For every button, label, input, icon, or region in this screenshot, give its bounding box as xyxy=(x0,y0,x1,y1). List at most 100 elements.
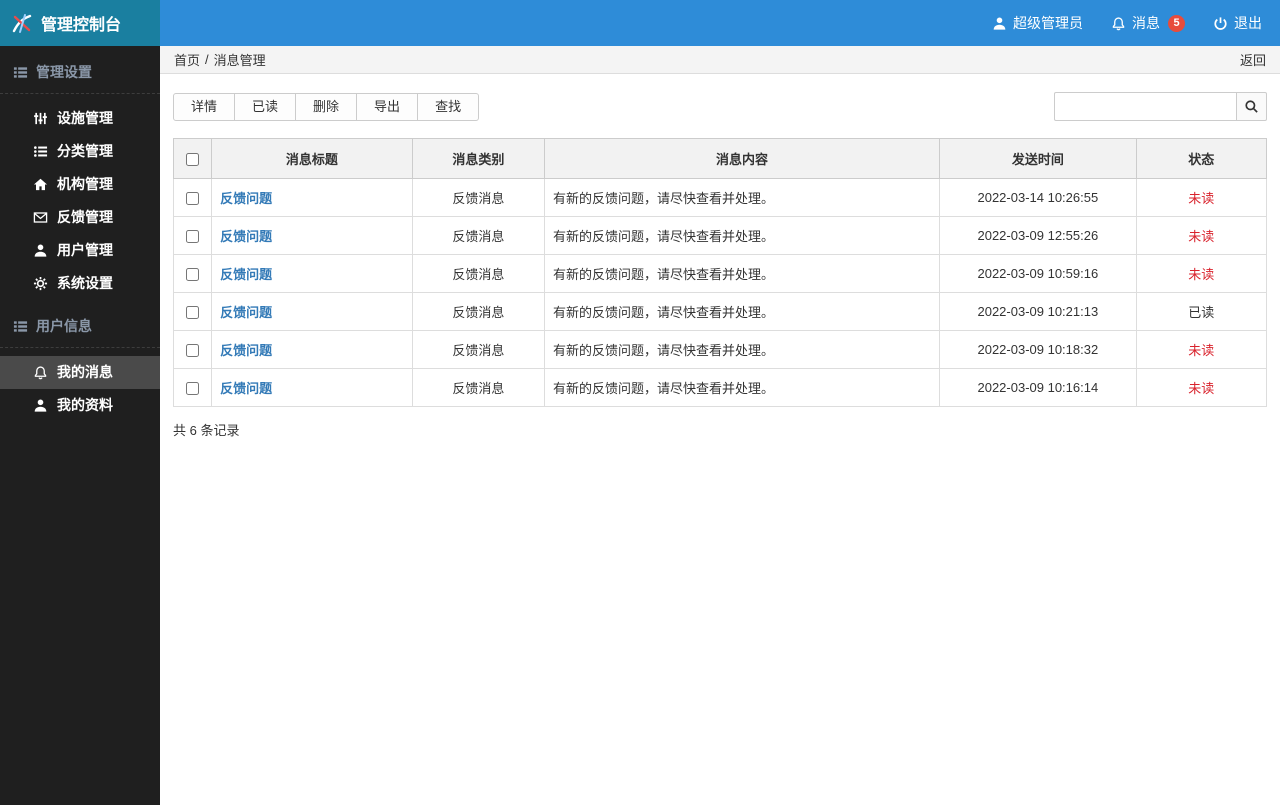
sidebar: 管理设置 设施管理 分类管理 机构管理 xyxy=(0,46,160,805)
logout-label: 退出 xyxy=(1234,13,1262,33)
header-category: 消息类别 xyxy=(412,139,544,179)
message-time: 2022-03-09 10:18:32 xyxy=(940,331,1137,369)
message-title-link[interactable]: 反馈问题 xyxy=(220,267,272,282)
export-button[interactable]: 导出 xyxy=(356,93,418,121)
toolbar-button-group: 详情 已读 删除 导出 查找 xyxy=(173,93,479,121)
search-input[interactable] xyxy=(1054,92,1237,121)
message-title-link[interactable]: 反馈问题 xyxy=(220,229,272,244)
user-icon xyxy=(32,398,48,413)
home-icon xyxy=(32,177,48,192)
app-title: 管理控制台 xyxy=(41,11,121,35)
bell-icon xyxy=(1111,16,1126,31)
sidebar-item-label: 我的资料 xyxy=(57,397,113,414)
detail-button[interactable]: 详情 xyxy=(173,93,235,121)
topbar: 管理控制台 超级管理员 消息 5 退出 xyxy=(0,0,1280,46)
user-icon xyxy=(32,243,48,258)
sidebar-section-admin: 管理设置 设施管理 分类管理 机构管理 xyxy=(0,46,160,300)
search-button[interactable] xyxy=(1236,92,1267,121)
row-checkbox[interactable] xyxy=(186,268,199,281)
sidebar-item-label: 设施管理 xyxy=(57,110,113,127)
user-label: 超级管理员 xyxy=(1013,13,1083,33)
search-box xyxy=(1054,92,1267,121)
delete-button[interactable]: 删除 xyxy=(295,93,357,121)
record-count: 共 6 条记录 xyxy=(173,420,1267,439)
row-checkbox-cell xyxy=(174,255,212,293)
sidebar-section-title-admin: 管理设置 xyxy=(0,46,160,94)
power-icon xyxy=(1213,16,1228,31)
row-checkbox[interactable] xyxy=(186,230,199,243)
message-time: 2022-03-09 12:55:26 xyxy=(940,217,1137,255)
status-cell: 未读 xyxy=(1136,179,1266,217)
select-all-checkbox[interactable] xyxy=(186,153,199,166)
message-content: 有新的反馈问题，请尽快查看并处理。 xyxy=(545,217,940,255)
sidebar-item-label: 用户管理 xyxy=(57,242,113,259)
find-button[interactable]: 查找 xyxy=(417,93,479,121)
breadcrumb-current: 消息管理 xyxy=(214,50,266,69)
row-checkbox[interactable] xyxy=(186,382,199,395)
table-row: 反馈问题 反馈消息 有新的反馈问题，请尽快查看并处理。 2022-03-09 1… xyxy=(174,293,1267,331)
list-icon xyxy=(12,65,28,80)
row-checkbox[interactable] xyxy=(186,192,199,205)
message-category: 反馈消息 xyxy=(412,331,544,369)
status-cell: 未读 xyxy=(1136,369,1266,407)
breadcrumb: 首页 / 消息管理 返回 xyxy=(160,46,1280,74)
select-all-cell xyxy=(174,139,212,179)
message-time: 2022-03-09 10:59:16 xyxy=(940,255,1137,293)
logout-button[interactable]: 退出 xyxy=(1213,13,1262,33)
header-content: 消息内容 xyxy=(545,139,940,179)
table-row: 反馈问题 反馈消息 有新的反馈问题，请尽快查看并处理。 2022-03-09 1… xyxy=(174,217,1267,255)
header-status: 状态 xyxy=(1136,139,1266,179)
header-time: 发送时间 xyxy=(940,139,1137,179)
gear-icon xyxy=(32,276,48,291)
message-content: 有新的反馈问题，请尽快查看并处理。 xyxy=(545,293,940,331)
header-title: 消息标题 xyxy=(212,139,413,179)
row-checkbox-cell xyxy=(174,369,212,407)
message-category: 反馈消息 xyxy=(412,293,544,331)
user-icon xyxy=(992,16,1007,31)
row-checkbox-cell xyxy=(174,331,212,369)
mark-read-button[interactable]: 已读 xyxy=(234,93,296,121)
sidebar-item-facility[interactable]: 设施管理 xyxy=(0,102,160,135)
category-icon xyxy=(32,144,48,159)
row-checkbox-cell xyxy=(174,179,212,217)
list-icon xyxy=(12,319,28,334)
row-checkbox[interactable] xyxy=(186,344,199,357)
messages-menu[interactable]: 消息 5 xyxy=(1111,13,1185,33)
sidebar-item-system[interactable]: 系统设置 xyxy=(0,267,160,300)
topbar-right: 超级管理员 消息 5 退出 xyxy=(964,13,1280,33)
sidebar-item-my-messages[interactable]: 我的消息 xyxy=(0,356,160,389)
admin-console-app: 管理控制台 超级管理员 消息 5 退出 xyxy=(0,0,1280,805)
message-title-link[interactable]: 反馈问题 xyxy=(220,191,272,206)
status-cell: 未读 xyxy=(1136,217,1266,255)
envelope-icon xyxy=(32,210,48,225)
user-menu[interactable]: 超级管理员 xyxy=(992,13,1083,33)
search-icon xyxy=(1244,99,1259,114)
sidebar-item-users[interactable]: 用户管理 xyxy=(0,234,160,267)
messages-badge: 5 xyxy=(1168,15,1185,32)
sidebar-item-organization[interactable]: 机构管理 xyxy=(0,168,160,201)
message-time: 2022-03-14 10:26:55 xyxy=(940,179,1137,217)
message-title-link[interactable]: 反馈问题 xyxy=(220,305,272,320)
row-checkbox-cell xyxy=(174,293,212,331)
back-link[interactable]: 返回 xyxy=(1240,50,1266,69)
row-checkbox[interactable] xyxy=(186,306,199,319)
breadcrumb-home-link[interactable]: 首页 xyxy=(174,50,200,69)
table-row: 反馈问题 反馈消息 有新的反馈问题，请尽快查看并处理。 2022-03-09 1… xyxy=(174,331,1267,369)
table-row: 反馈问题 反馈消息 有新的反馈问题，请尽快查看并处理。 2022-03-09 1… xyxy=(174,255,1267,293)
message-category: 反馈消息 xyxy=(412,369,544,407)
sidebar-item-category[interactable]: 分类管理 xyxy=(0,135,160,168)
message-category: 反馈消息 xyxy=(412,217,544,255)
message-title-link[interactable]: 反馈问题 xyxy=(220,381,272,396)
sidebar-section-title-user: 用户信息 xyxy=(0,300,160,348)
sidebar-section-user: 用户信息 我的消息 我的资料 xyxy=(0,300,160,422)
sidebar-item-feedback[interactable]: 反馈管理 xyxy=(0,201,160,234)
sidebar-item-my-profile[interactable]: 我的资料 xyxy=(0,389,160,422)
content-area: 详情 已读 删除 导出 查找 xyxy=(160,74,1280,439)
section-title-label: 用户信息 xyxy=(36,316,92,336)
table-row: 反馈问题 反馈消息 有新的反馈问题，请尽快查看并处理。 2022-03-09 1… xyxy=(174,369,1267,407)
sidebar-item-label: 我的消息 xyxy=(57,364,113,381)
logo-area: 管理控制台 xyxy=(0,0,160,46)
section-title-label: 管理设置 xyxy=(36,62,92,82)
message-title-link[interactable]: 反馈问题 xyxy=(220,343,272,358)
bell-icon xyxy=(32,365,48,380)
